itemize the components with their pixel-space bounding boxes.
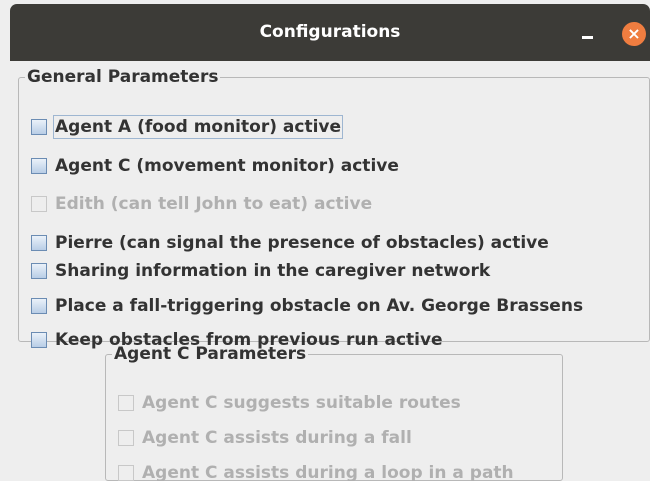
title-bar[interactable]: Configurations × — [10, 4, 650, 61]
checkbox-icon — [31, 298, 47, 314]
checkbox-label: Agent A (food monitor) active — [52, 115, 344, 139]
checkbox-label: Place a fall-triggering obstacle on Av. … — [55, 296, 584, 316]
suggest-routes-checkbox[interactable]: Agent C suggests suitable routes — [118, 392, 461, 414]
checkbox-icon — [31, 158, 47, 174]
close-button[interactable]: × — [622, 22, 646, 46]
general-parameters-group: General Parameters Agent A (food monitor… — [18, 67, 650, 350]
close-icon: × — [627, 24, 641, 43]
checkbox-icon — [118, 395, 134, 411]
checkbox-label: Agent C suggests suitable routes — [142, 393, 461, 413]
checkbox-label: Agent C (movement monitor) active — [55, 156, 399, 176]
configurations-dialog: Configurations × General Parameters Agen… — [0, 0, 650, 481]
checkbox-icon — [31, 196, 47, 212]
minimize-button[interactable] — [578, 22, 602, 46]
minimize-icon — [582, 36, 593, 39]
agent-c-active-checkbox[interactable]: Agent C (movement monitor) active — [31, 155, 399, 177]
sharing-information-checkbox[interactable]: Sharing information in the caregiver net… — [31, 260, 490, 282]
checkbox-icon — [118, 465, 134, 481]
dialog-content: General Parameters Agent A (food monitor… — [10, 61, 650, 481]
checkbox-icon — [31, 332, 47, 348]
assist-loop-checkbox[interactable]: Agent C assists during a loop in a path — [118, 462, 514, 481]
checkbox-label: Agent C assists during a fall — [142, 428, 412, 448]
agent-c-parameters-legend: Agent C Parameters — [114, 344, 307, 364]
checkbox-icon — [31, 119, 47, 135]
checkbox-label: Pierre (can signal the presence of obsta… — [55, 233, 549, 253]
edith-active-checkbox[interactable]: Edith (can tell John to eat) active — [31, 193, 372, 215]
agent-c-parameters-group: Agent C Parameters Agent C suggests suit… — [105, 344, 563, 481]
checkbox-icon — [31, 263, 47, 279]
general-parameters-legend: General Parameters — [27, 67, 219, 87]
checkbox-icon — [118, 430, 134, 446]
window-title: Configurations — [259, 22, 401, 42]
checkbox-label: Agent C assists during a loop in a path — [142, 463, 514, 481]
checkbox-label: Sharing information in the caregiver net… — [55, 261, 491, 281]
agent-a-active-checkbox[interactable]: Agent A (food monitor) active — [31, 115, 344, 139]
checkbox-label: Edith (can tell John to eat) active — [55, 194, 373, 214]
pierre-active-checkbox[interactable]: Pierre (can signal the presence of obsta… — [31, 232, 549, 254]
checkbox-icon — [31, 235, 47, 251]
assist-fall-checkbox[interactable]: Agent C assists during a fall — [118, 427, 412, 449]
fall-obstacle-checkbox[interactable]: Place a fall-triggering obstacle on Av. … — [31, 295, 583, 317]
